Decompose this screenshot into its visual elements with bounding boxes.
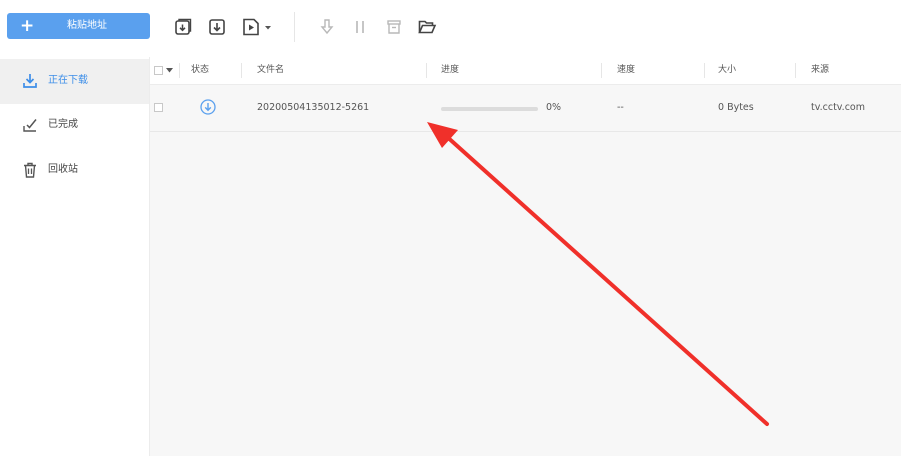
sidebar-item-label: 回收站 (48, 164, 78, 175)
column-divider (426, 63, 427, 78)
select-dropdown-icon[interactable] (166, 68, 173, 73)
plus-icon: + (20, 16, 35, 36)
start-icon[interactable] (317, 17, 337, 37)
sidebar-item-downloading[interactable]: 正在下载 (0, 59, 149, 104)
sidebar: 正在下载 已完成 回收站 (0, 57, 150, 456)
download-icon (23, 74, 37, 88)
progress-percent: 0% (546, 102, 562, 113)
paste-address-label: 粘贴地址 (67, 20, 107, 31)
delete-icon[interactable] (384, 17, 404, 37)
table-row[interactable]: 20200504135012-5261 0% -- 0 Bytes tv.cct… (150, 85, 901, 132)
column-header-size[interactable]: 大小 (718, 64, 736, 76)
progress-bar (441, 107, 538, 111)
sidebar-item-label: 已完成 (48, 119, 78, 130)
paste-address-button[interactable]: + 粘贴地址 (7, 13, 150, 39)
column-header-status[interactable]: 状态 (191, 64, 209, 76)
column-header-source[interactable]: 来源 (811, 64, 829, 76)
download-status-icon (200, 99, 216, 115)
column-header-filename[interactable]: 文件名 (257, 64, 284, 76)
download-speed: -- (617, 102, 624, 113)
column-header-progress[interactable]: 进度 (441, 64, 459, 76)
source-domain: tv.cctv.com (811, 102, 865, 113)
sidebar-item-label: 正在下载 (48, 75, 88, 86)
play-dropdown-icon[interactable] (241, 17, 275, 37)
row-checkbox[interactable] (154, 103, 163, 112)
file-name: 20200504135012-5261 (257, 102, 370, 113)
column-header-speed[interactable]: 速度 (617, 64, 635, 76)
column-divider (241, 63, 242, 78)
new-task-icon[interactable] (173, 17, 193, 37)
select-all-checkbox[interactable] (154, 66, 163, 75)
column-divider (601, 63, 602, 78)
file-size: 0 Bytes (718, 102, 754, 113)
column-divider (795, 63, 796, 78)
sidebar-item-recycle-bin[interactable]: 回收站 (0, 148, 149, 193)
open-folder-icon[interactable] (417, 17, 437, 37)
toolbar-separator (294, 12, 295, 42)
trash-icon (24, 162, 36, 178)
import-icon[interactable] (207, 17, 227, 37)
toolbar: + 粘贴地址 (0, 0, 901, 58)
download-list: 状态 文件名 进度 速度 大小 来源 20200504135012-5261 0… (150, 57, 901, 456)
completed-icon (23, 119, 37, 132)
pause-icon[interactable] (350, 17, 370, 37)
column-divider (179, 63, 180, 78)
sidebar-item-completed[interactable]: 已完成 (0, 103, 149, 148)
column-divider (704, 63, 705, 78)
table-header: 状态 文件名 进度 速度 大小 来源 (150, 57, 901, 85)
